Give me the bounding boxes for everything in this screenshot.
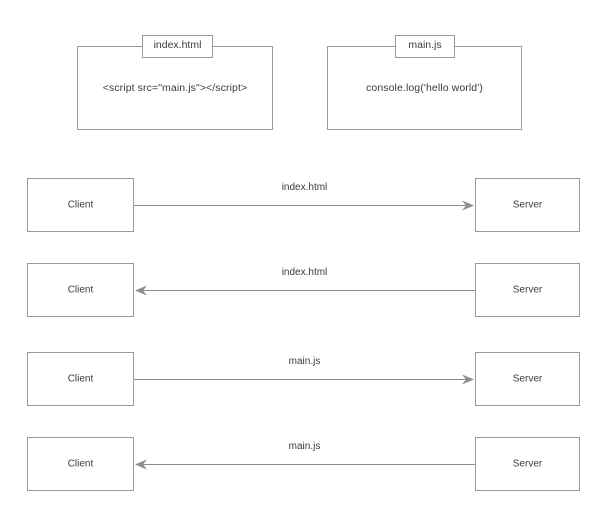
file-tab-index-html: index.html bbox=[142, 35, 213, 58]
client-node-3-label: Client bbox=[67, 373, 94, 385]
client-node-1-label: Client bbox=[67, 199, 94, 211]
file-code-index-html: <script src="main.js"></script> bbox=[102, 82, 248, 94]
client-node-3: Client bbox=[27, 352, 134, 406]
connector-arrow-4-label: main.js bbox=[288, 441, 321, 452]
connector-arrow-3-label: main.js bbox=[288, 356, 321, 367]
connector-arrow-2-label: index.html bbox=[281, 267, 328, 278]
connector-arrow-1 bbox=[134, 196, 475, 214]
file-tab-main-js: main.js bbox=[395, 35, 455, 58]
file-code-main-js: console.log('hello world') bbox=[366, 82, 483, 94]
client-node-2: Client bbox=[27, 263, 134, 317]
server-node-4: Server bbox=[475, 437, 580, 491]
server-node-4-label: Server bbox=[512, 458, 543, 470]
connector-arrow-3 bbox=[134, 370, 475, 388]
server-node-3: Server bbox=[475, 352, 580, 406]
server-node-1: Server bbox=[475, 178, 580, 232]
client-node-4-label: Client bbox=[67, 458, 94, 470]
client-node-2-label: Client bbox=[67, 284, 94, 296]
file-box-index-html: <script src="main.js"></script> bbox=[77, 46, 273, 130]
connector-arrow-4 bbox=[134, 455, 475, 473]
connector-arrow-2 bbox=[134, 281, 475, 299]
connector-arrow-1-label: index.html bbox=[281, 182, 328, 193]
server-node-2-label: Server bbox=[512, 284, 543, 296]
server-node-3-label: Server bbox=[512, 373, 543, 385]
server-node-2: Server bbox=[475, 263, 580, 317]
server-node-1-label: Server bbox=[512, 199, 543, 211]
client-node-4: Client bbox=[27, 437, 134, 491]
client-node-1: Client bbox=[27, 178, 134, 232]
file-box-main-js: console.log('hello world') bbox=[327, 46, 522, 130]
